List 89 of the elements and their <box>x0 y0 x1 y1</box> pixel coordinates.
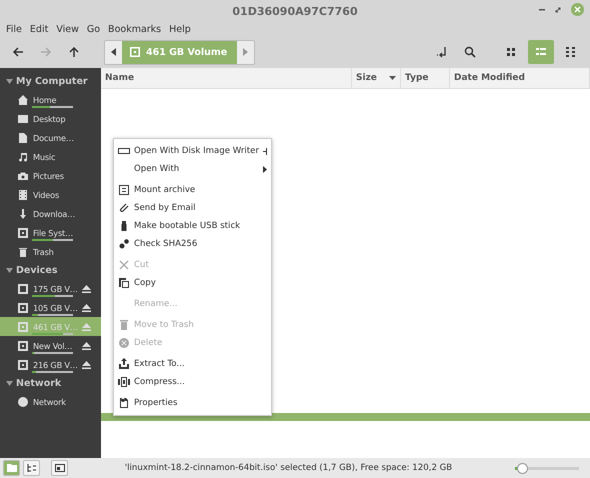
tree-button[interactable] <box>23 460 40 476</box>
eject-icon[interactable] <box>82 285 91 293</box>
sidebar-item[interactable]: File Syst… <box>0 223 101 242</box>
menu-item[interactable]: Bookmarks <box>104 24 166 34</box>
document-icon <box>17 132 29 144</box>
menu-item[interactable]: Send by Email <box>114 199 271 217</box>
desktop-icon <box>17 112 29 124</box>
trash-icon <box>17 246 29 258</box>
menu-item[interactable]: Edit <box>26 24 52 34</box>
window-title: 01D36090A97C7760 <box>232 4 358 18</box>
folder-icon <box>6 464 16 472</box>
extract-icon <box>118 358 130 370</box>
menu-item[interactable]: Check SHA256 <box>114 235 271 253</box>
menu-item[interactable]: Help <box>165 24 195 34</box>
expander-icon[interactable] <box>6 78 13 84</box>
home-icon <box>17 94 29 106</box>
archive-icon <box>118 184 130 196</box>
drive-icon <box>17 302 29 314</box>
menu-item[interactable]: Compress... <box>114 373 271 391</box>
trash-icon <box>118 319 130 331</box>
menu-item[interactable]: View <box>52 24 83 34</box>
compress-icon <box>118 376 130 388</box>
tree-icon <box>26 464 36 472</box>
up-arrow-icon <box>68 46 80 58</box>
drive-icon <box>17 340 29 352</box>
menu-item[interactable]: Open With Disk Image Writer <box>114 142 271 160</box>
drive-icon <box>17 358 29 370</box>
sidebar-item[interactable]: Home <box>0 90 101 109</box>
expander-icon[interactable] <box>6 380 13 386</box>
column-header[interactable]: Size <box>352 68 401 88</box>
menu-item[interactable]: Mount archive <box>114 181 271 199</box>
columns-icon <box>565 46 577 58</box>
sidebar-item[interactable]: Desktop <box>0 109 101 128</box>
submenu-arrow-icon <box>263 166 267 172</box>
sidebar-section-title: My Computer <box>16 76 88 86</box>
status-text: 'linuxmint-18.2-cinnamon-64bit.iso' selected (1,7 GB), Free space: 120,2 GB <box>124 463 454 473</box>
sidebar-item[interactable]: 105 GB V… <box>0 298 101 317</box>
sidebar-item[interactable]: Videos <box>0 185 101 204</box>
download-icon <box>17 208 29 220</box>
left-triangle-icon <box>111 48 116 56</box>
music-note-icon <box>17 150 29 162</box>
eject-icon[interactable] <box>82 361 91 369</box>
forward-arrow-icon <box>40 46 52 58</box>
drive-icon <box>118 145 130 157</box>
delete-icon <box>118 337 130 349</box>
eject-icon[interactable] <box>82 304 91 312</box>
list-icon <box>535 46 547 58</box>
back-arrow-icon <box>12 46 24 58</box>
right-triangle-icon <box>243 48 248 56</box>
sidebar-item[interactable]: Music <box>0 147 101 166</box>
drive-icon <box>17 226 29 238</box>
expander-icon[interactable] <box>6 266 13 274</box>
sidebar-item[interactable]: Docume… <box>0 128 101 147</box>
search-icon <box>464 46 476 58</box>
grid-icon <box>505 46 517 58</box>
menu-item[interactable]: Go <box>82 24 104 34</box>
copy-icon <box>118 277 130 289</box>
minimize-icon[interactable] <box>539 8 545 10</box>
properties-icon <box>118 397 130 409</box>
return-arrow-icon <box>436 46 448 58</box>
eject-icon[interactable] <box>82 342 91 350</box>
sidebar-item[interactable]: Network <box>0 392 101 411</box>
menu-item[interactable]: Open With <box>114 160 271 178</box>
menu-item[interactable]: Make bootable USB stick <box>114 217 271 235</box>
column-header[interactable]: Type <box>401 68 450 88</box>
film-icon <box>17 188 29 200</box>
menu-item[interactable]: File <box>2 24 26 34</box>
maximize-icon[interactable] <box>555 6 561 12</box>
slider-thumb[interactable] <box>517 462 528 474</box>
sidebar-item[interactable]: Trash <box>0 242 101 261</box>
sidebar-toggle-button[interactable] <box>51 460 68 476</box>
camera-icon <box>17 170 29 182</box>
column-header[interactable]: Date Modified <box>450 68 590 88</box>
sidebar-item[interactable]: 175 GB V… <box>0 279 101 298</box>
sidebar-section-title: Devices <box>16 264 58 276</box>
sidebar-item[interactable]: Downloa… <box>0 204 101 223</box>
drive-icon <box>129 46 141 58</box>
sidebar-item[interactable]: New Vol… <box>0 336 101 355</box>
paperclip-icon <box>118 202 130 214</box>
column-header[interactable]: Name <box>101 68 352 88</box>
sidebar-section-title: Network <box>16 378 62 388</box>
drive-icon <box>17 320 29 332</box>
sidebar-item[interactable]: Pictures <box>0 166 101 185</box>
sidebar-item[interactable]: 216 GB V… <box>0 355 101 374</box>
menu-item[interactable]: Copy <box>114 274 271 292</box>
panel-icon <box>54 464 64 472</box>
menu-item[interactable]: Properties <box>114 394 271 412</box>
scissors-icon <box>118 259 130 271</box>
menu-item[interactable]: Extract To... <box>114 355 271 373</box>
